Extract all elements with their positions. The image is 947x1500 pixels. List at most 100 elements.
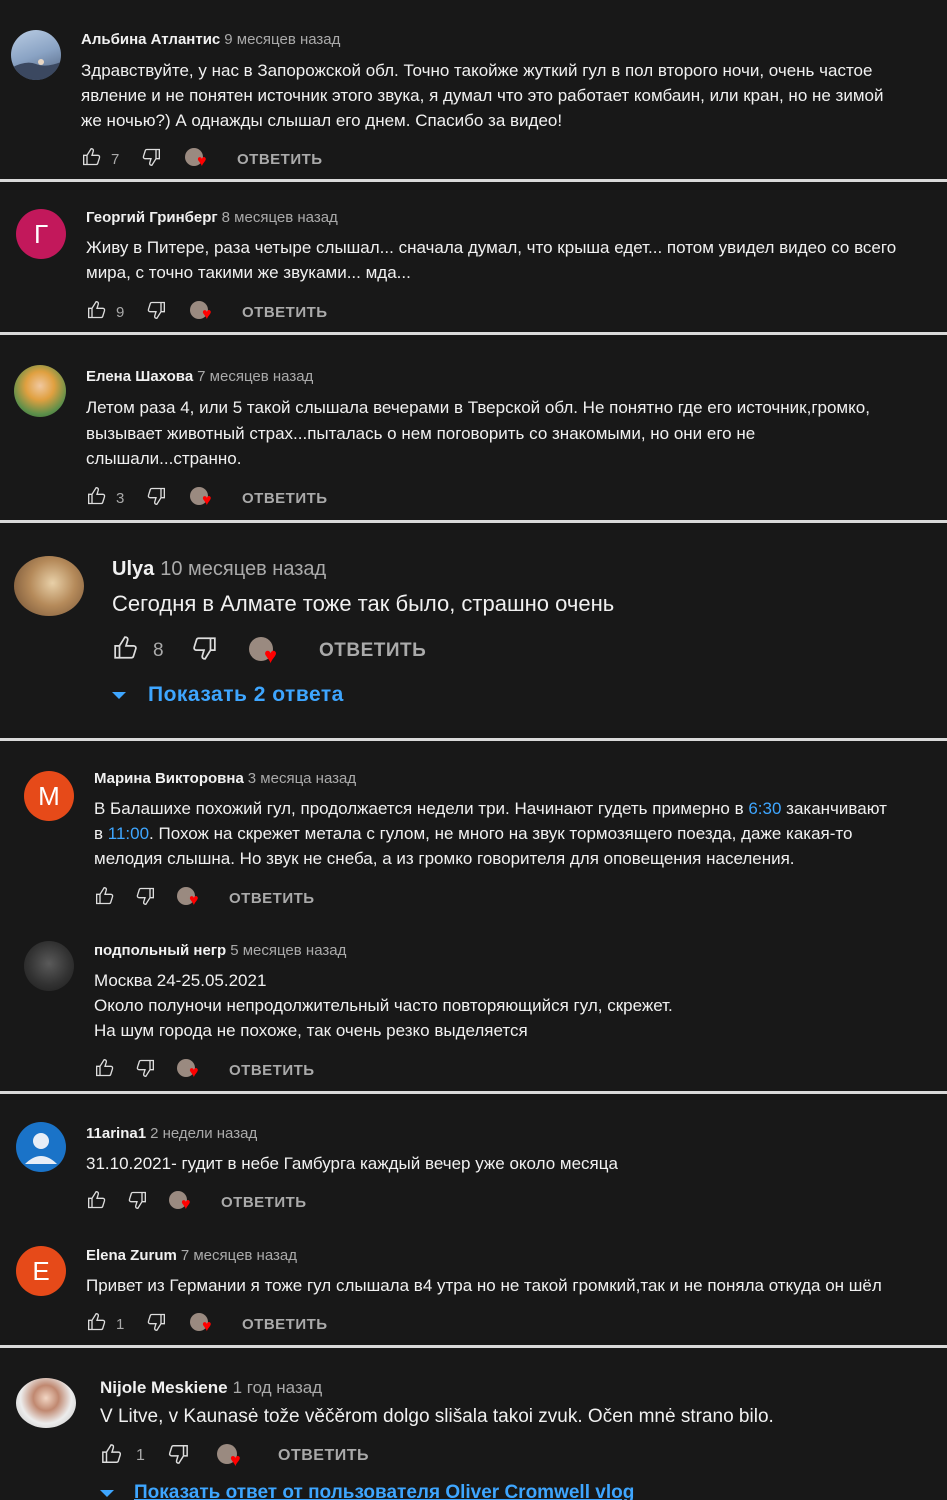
comment-thread: Альбина Атлантис 9 месяцев назад Здравств… [0, 0, 947, 180]
comment-actions: 8 ♥ ОТВЕТИТЬ [113, 635, 426, 667]
creator-heart-icon: ♥ [249, 637, 285, 667]
comment-header: Elena Zurum 7 месяцев назад [86, 1247, 297, 1264]
comment-time[interactable]: 8 месяцев назад [222, 209, 338, 226]
comment-thread: М Марина Викторовна 3 месяца назад В Бала… [0, 741, 947, 1091]
comment-header: Nijole Meskiene 1 год назад [100, 1378, 322, 1398]
show-replies-button[interactable]: Показать 2 ответа [112, 683, 344, 707]
avatar[interactable] [16, 1122, 66, 1172]
reply-button[interactable]: ОТВЕТИТЬ [319, 640, 426, 662]
comment-text: Привет из Германии я тоже гул слышала в4… [86, 1276, 882, 1295]
show-replies-button[interactable]: Показать ответ от пользователя Oliver Cr… [100, 1482, 634, 1500]
thumbs-up-icon[interactable] [113, 635, 139, 667]
comment-time[interactable]: 1 год назад [233, 1378, 323, 1397]
creator-heart-icon: ♥ [190, 1313, 216, 1335]
comment-actions: 1 ♥ ОТВЕТИТЬ [87, 1312, 328, 1336]
author-name[interactable]: Елена Шахова [86, 368, 193, 385]
thumbs-down-icon[interactable] [146, 486, 166, 510]
timestamp-link[interactable]: 6:30 [748, 799, 781, 818]
avatar[interactable]: Г [16, 209, 66, 259]
thumbs-down-icon[interactable] [146, 300, 166, 324]
comment-actions: ♥ ОТВЕТИТЬ [87, 1190, 307, 1214]
author-name[interactable]: 11arina1 [86, 1125, 146, 1142]
comment-header: Георгий Гринберг 8 месяцев назад [86, 209, 338, 226]
comment-time[interactable]: 5 месяцев назад [230, 942, 346, 959]
avatar[interactable]: E [16, 1246, 66, 1296]
comment-header: подпольный негр 5 месяцев назад [94, 942, 346, 959]
comment-text: Летом раза 4, или 5 такой слышала вечера… [86, 398, 870, 468]
comment-actions: ♥ ОТВЕТИТЬ [95, 1058, 315, 1082]
comment-header: Альбина Атлантис 9 месяцев назад [81, 31, 340, 48]
like-count: 1 [116, 1315, 125, 1333]
like-count: 8 [153, 640, 164, 661]
author-name[interactable]: Георгий Гринберг [86, 209, 218, 226]
comment-time[interactable]: 2 недели назад [150, 1125, 257, 1142]
caret-down-icon [100, 1489, 114, 1497]
comment-text: Живу в Питере, раза четыре слышал... сна… [86, 238, 897, 282]
author-name[interactable]: подпольный негр [94, 942, 226, 959]
reply-button[interactable]: ОТВЕТИТЬ [242, 490, 328, 507]
thumbs-up-icon[interactable] [95, 1058, 115, 1082]
landscape-icon [11, 59, 61, 80]
comment-header: Елена Шахова 7 месяцев назад [86, 368, 313, 385]
creator-heart-icon: ♥ [177, 887, 203, 909]
comment-header: 11arina1 2 недели назад [86, 1125, 257, 1142]
creator-heart-icon: ♥ [177, 1059, 203, 1081]
avatar[interactable] [24, 941, 74, 991]
comment-time[interactable]: 9 месяцев назад [224, 31, 340, 48]
thumbs-up-icon[interactable] [87, 300, 107, 324]
reply-button[interactable]: ОТВЕТИТЬ [278, 1447, 369, 1465]
thumbs-up-icon[interactable] [87, 1190, 107, 1214]
creator-heart-icon: ♥ [190, 487, 216, 509]
thumbs-down-icon[interactable] [135, 886, 155, 910]
author-name[interactable]: Elena Zurum [86, 1247, 177, 1264]
thumbs-up-icon[interactable] [82, 147, 102, 171]
comment-time[interactable]: 7 месяцев назад [197, 368, 313, 385]
thumbs-down-icon[interactable] [135, 1058, 155, 1082]
comment-text: 31.10.2021- гудит в небе Гамбурга каждый… [86, 1154, 618, 1173]
author-name[interactable]: Альбина Атлантис [81, 31, 220, 48]
thumbs-down-icon[interactable] [191, 635, 217, 667]
timestamp-link[interactable]: 11:00 [108, 824, 149, 843]
comment-text: В Балашихе похожий гул, продолжается нед… [94, 799, 887, 868]
like-count: 3 [116, 489, 125, 507]
thumbs-up-icon[interactable] [101, 1443, 123, 1470]
avatar[interactable] [14, 365, 66, 417]
reply-button[interactable]: ОТВЕТИТЬ [242, 1316, 328, 1333]
author-name[interactable]: Ulya [112, 558, 154, 580]
creator-heart-icon: ♥ [217, 1444, 247, 1469]
comment-thread: Ulya 10 месяцев назад Сегодня в Алмате то… [0, 523, 947, 738]
comment-thread: Елена Шахова 7 месяцев назад Летом раза 4… [0, 335, 947, 520]
comment-text: Сегодня в Алмате тоже так было, страшно … [112, 591, 615, 616]
avatar[interactable] [14, 556, 84, 616]
comment-text: Москва 24-25.05.2021 Около полуночи непр… [94, 971, 673, 1040]
thumbs-down-icon[interactable] [167, 1443, 189, 1470]
comment-thread: Nijole Meskiene 1 год назад V Litve, v Ka… [0, 1348, 947, 1500]
comment-time[interactable]: 7 месяцев назад [181, 1247, 297, 1264]
thumbs-down-icon[interactable] [146, 1312, 166, 1336]
creator-heart-icon: ♥ [169, 1191, 195, 1213]
avatar[interactable] [11, 30, 61, 80]
thumbs-down-icon[interactable] [141, 147, 161, 171]
like-count: 1 [136, 1447, 145, 1464]
reply-button[interactable]: ОТВЕТИТЬ [229, 890, 315, 907]
creator-heart-icon: ♥ [190, 301, 216, 323]
thumbs-up-icon[interactable] [87, 486, 107, 510]
caret-down-icon [112, 691, 126, 699]
comment-time[interactable]: 10 месяцев назад [160, 558, 326, 580]
author-name[interactable]: Марина Викторовна [94, 770, 244, 787]
author-name[interactable]: Nijole Meskiene [100, 1378, 228, 1397]
reply-button[interactable]: ОТВЕТИТЬ [221, 1194, 307, 1211]
like-count: 9 [116, 303, 125, 321]
avatar[interactable] [16, 1378, 76, 1428]
thumbs-down-icon[interactable] [127, 1190, 147, 1214]
comment-text: Здравствуйте, у нас в Запорожской обл. Т… [81, 61, 884, 130]
reply-button[interactable]: ОТВЕТИТЬ [229, 1062, 315, 1079]
comment-actions: 1 ♥ ОТВЕТИТЬ [101, 1443, 369, 1470]
comment-header: Ulya 10 месяцев назад [112, 558, 326, 581]
reply-button[interactable]: ОТВЕТИТЬ [237, 151, 323, 168]
avatar[interactable]: М [24, 771, 74, 821]
reply-button[interactable]: ОТВЕТИТЬ [242, 304, 328, 321]
comment-time[interactable]: 3 месяца назад [248, 770, 356, 787]
thumbs-up-icon[interactable] [87, 1312, 107, 1336]
thumbs-up-icon[interactable] [95, 886, 115, 910]
